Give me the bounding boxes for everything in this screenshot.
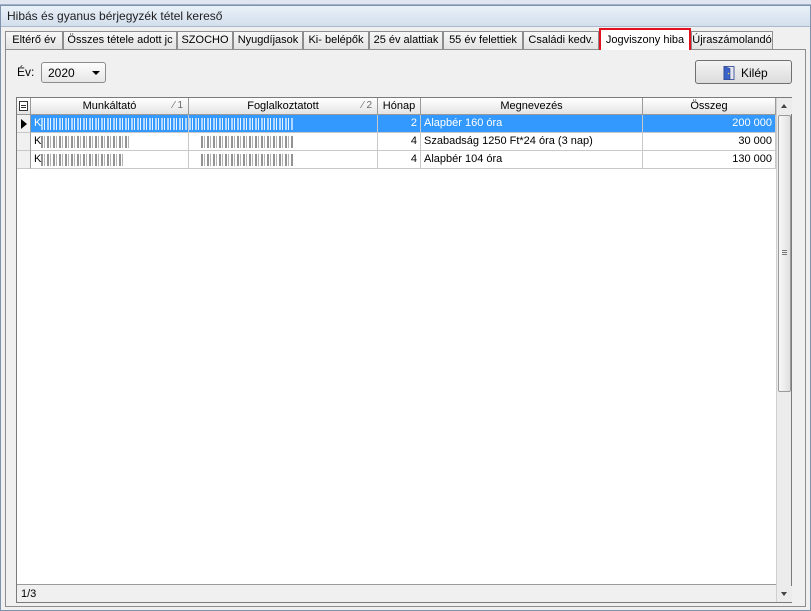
- tab-jogviszony-hiba[interactable]: Jogviszony hiba: [599, 28, 691, 50]
- cell-month: 2: [378, 115, 421, 133]
- record-position: 1/3: [21, 588, 37, 600]
- results-grid[interactable]: Munkáltató ⁄ 1 Foglalkoztatott ⁄ 2 Hónap…: [16, 97, 792, 603]
- year-select[interactable]: 2020: [41, 62, 106, 83]
- tab-25-ev-alattiak[interactable]: 25 év alattiak: [369, 31, 443, 49]
- cell-employee: [189, 133, 378, 151]
- cell-month: 4: [378, 151, 421, 169]
- tab-nyugdijasok[interactable]: Nyugdíjasok: [233, 31, 303, 49]
- column-header-osszeg[interactable]: Összeg: [643, 98, 776, 115]
- cell-item-name: Alapbér 104 óra: [421, 151, 643, 169]
- redacted-block: [41, 118, 187, 130]
- column-header-honap[interactable]: Hónap: [378, 98, 421, 115]
- sort-order: 2: [366, 100, 372, 111]
- redacted-block: [189, 118, 293, 130]
- tab-ki-belepok[interactable]: Ki- belépők: [303, 31, 369, 49]
- redacted-block: [41, 154, 123, 166]
- year-label: Év:: [17, 65, 35, 79]
- exit-label: Kilép: [741, 66, 768, 80]
- cell-item-name: Szabadság 1250 Ft*24 óra (3 nap): [421, 133, 643, 151]
- redacted-block: [201, 136, 293, 148]
- tab-panel-jogviszony-hiba: Év: 2020 Kilép Munkáltató ⁄ 1 Foglalkozt…: [5, 49, 806, 607]
- record-navigator: 1/3: [17, 584, 776, 602]
- tab-osszes-tetele[interactable]: Összes tétele adott jc: [63, 31, 177, 49]
- cell-employer: K: [31, 151, 189, 169]
- cell-employer: K: [31, 115, 189, 133]
- tab-strip: Eltérő év Összes tétele adott jc SZOCHO …: [5, 28, 805, 50]
- cell-amount: 130 000: [643, 151, 776, 169]
- door-exit-icon: [723, 66, 735, 80]
- column-label: Foglalkoztatott: [247, 100, 319, 112]
- cell-employee: [189, 151, 378, 169]
- sort-order-indicator: ⁄ 1: [172, 100, 183, 111]
- grid-corner[interactable]: [17, 98, 31, 115]
- column-header-munkaltato[interactable]: Munkáltató ⁄ 1: [31, 98, 189, 115]
- redacted-block: [41, 136, 131, 148]
- sort-order-indicator: ⁄ 2: [361, 100, 372, 111]
- tab-ujraszamolando[interactable]: Újraszámolandó: [691, 31, 773, 49]
- tab-csaladi-kedv[interactable]: Családi kedv.: [523, 31, 599, 49]
- cell-amount: 200 000: [643, 115, 776, 133]
- row-indicator: [17, 133, 31, 151]
- column-header-megnevezes[interactable]: Megnevezés: [421, 98, 643, 115]
- table-row[interactable]: K 4 Szabadság 1250 Ft*24 óra (3 nap) 30 …: [17, 133, 776, 151]
- dialog-window: Hibás és gyanus bérjegyzék tétel kereső …: [0, 5, 811, 611]
- scroll-up-icon[interactable]: [777, 98, 792, 114]
- cell-amount: 30 000: [643, 133, 776, 151]
- vertical-scrollbar[interactable]: [776, 98, 792, 602]
- current-row-indicator: [17, 115, 31, 133]
- column-header-foglalkoztatott[interactable]: Foglalkoztatott ⁄ 2: [189, 98, 378, 115]
- tab-55-ev-felettiek[interactable]: 55 év felettiek: [443, 31, 523, 49]
- year-value: 2020: [48, 66, 75, 80]
- tab-elter-ev[interactable]: Eltérő év: [5, 31, 63, 49]
- tab-szocho[interactable]: SZOCHO: [177, 31, 233, 49]
- row-indicator: [17, 151, 31, 169]
- chevron-down-icon: [92, 71, 100, 75]
- cell-item-name: Alapbér 160 óra: [421, 115, 643, 133]
- redacted-block: [201, 154, 293, 166]
- scroll-down-icon[interactable]: [777, 586, 792, 602]
- window-title: Hibás és gyanus bérjegyzék tétel kereső: [1, 6, 810, 27]
- table-row[interactable]: K 4 Alapbér 104 óra 130 000: [17, 151, 776, 169]
- exit-button[interactable]: Kilép: [695, 60, 792, 84]
- cell-employer: K: [31, 133, 189, 151]
- table-row[interactable]: K 2 Alapbér 160 óra 200 000: [17, 115, 776, 133]
- cell-employee: [189, 115, 378, 133]
- sort-order: 1: [177, 100, 183, 111]
- scrollbar-thumb[interactable]: [778, 115, 791, 392]
- column-chooser-icon: [19, 101, 28, 111]
- column-label: Munkáltató: [82, 100, 137, 112]
- cell-month: 4: [378, 133, 421, 151]
